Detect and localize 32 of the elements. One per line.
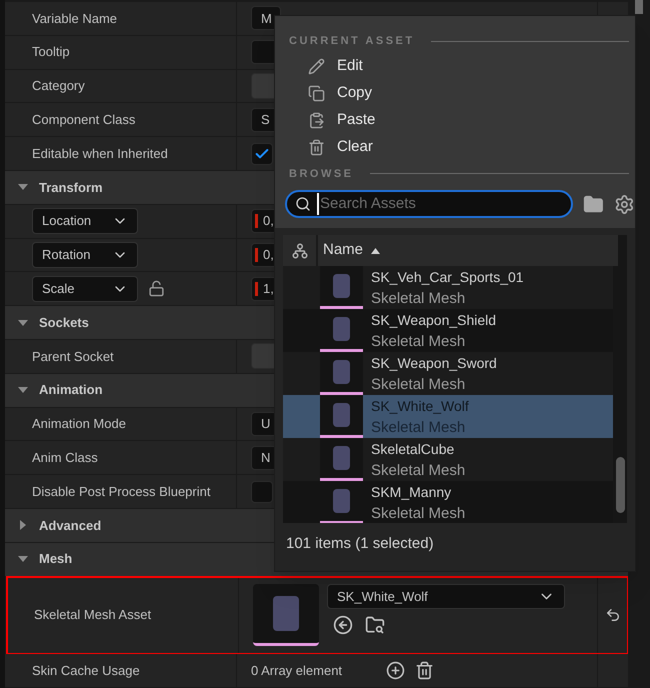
section-title: Transform: [39, 178, 103, 197]
item-count: 101 items (1 selected): [286, 534, 435, 554]
property-label: Tooltip: [32, 43, 70, 62]
asset-type: Skeletal Mesh: [371, 374, 466, 394]
section-title: CURRENT ASSET: [289, 34, 415, 49]
section-title: Mesh: [39, 550, 72, 568]
property-label: Disable Post Process Blueprint: [32, 482, 210, 501]
section-title: Sockets: [39, 314, 89, 332]
asset-name: SK_Weapon_Sword: [371, 354, 497, 373]
asset-name: SkeletalCube: [371, 440, 456, 458]
asset-type: Skeletal Mesh: [371, 504, 466, 523]
property-label: Skeletal Mesh Asset: [34, 606, 152, 624]
asset-name: SK_Veh_Car_Sports_01: [371, 268, 524, 287]
asset-name: SKM_Manny: [371, 482, 452, 502]
array-count: 0 Array element: [251, 662, 342, 680]
asset-type: Skeletal Mesh: [371, 460, 466, 480]
asset-type: Skeletal Mesh: [371, 332, 466, 352]
asset-name: SK_White_Wolf: [371, 396, 469, 416]
section-title: Advanced: [39, 516, 102, 535]
property-label: Component Class: [32, 111, 136, 130]
property-label: Anim Class: [32, 449, 98, 467]
section-title: BROWSE: [289, 166, 354, 182]
property-label: Category: [32, 77, 85, 96]
asset-type: Skeletal Mesh: [371, 418, 466, 438]
property-label: Parent Socket: [32, 348, 114, 366]
property-label: Skin Cache Usage: [32, 662, 140, 680]
property-label: Editable when Inherited: [32, 144, 168, 163]
section-title: Animation: [39, 381, 103, 400]
asset-name: SK_Weapon_Shield: [371, 310, 496, 330]
property-label: Animation Mode: [32, 415, 126, 434]
property-label: Variable Name: [32, 10, 118, 28]
asset-type: Skeletal Mesh: [371, 288, 466, 308]
